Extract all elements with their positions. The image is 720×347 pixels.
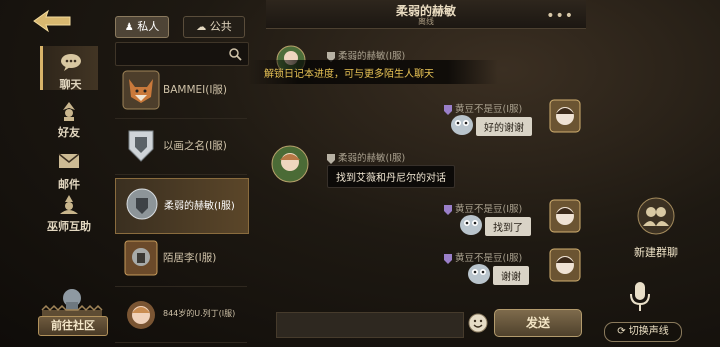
back-arrow-icon[interactable] [30, 6, 74, 36]
message-bubble-received: 找到艾薇和丹尼尔的对话 [327, 165, 455, 188]
message-bubble-sent: 找到了 [485, 217, 531, 236]
nav-wizard-help[interactable]: 巫师互助 [40, 190, 98, 234]
house-crest-avatar-icon [121, 125, 161, 167]
message-input[interactable] [276, 312, 464, 338]
contact-name: 陌居李(I服) [163, 252, 217, 264]
microphone-icon[interactable] [626, 280, 654, 314]
owl-sticker-icon [449, 112, 475, 136]
owl-sticker-icon [466, 261, 492, 285]
message-avatar-right [548, 247, 582, 283]
contact-item[interactable]: 844岁的U.列丁(I服) [115, 288, 247, 343]
chat-bubble-icon [58, 52, 84, 74]
message-avatar-left [270, 142, 310, 186]
lantern-crest-avatar-icon [121, 237, 161, 279]
chat-header: 柔弱的赫敏 离线 ••• [266, 0, 586, 29]
emoji-icon[interactable] [468, 313, 488, 333]
message-avatar-right [548, 98, 582, 134]
friends-icon [56, 100, 82, 122]
nav-mail[interactable]: 邮件 [40, 148, 98, 192]
contact-item[interactable]: BAMMEI(I服) [115, 64, 247, 119]
mail-envelope-icon [56, 152, 82, 174]
go-community-label: 前往社区 [38, 316, 108, 336]
contact-item-selected[interactable]: 柔弱的赫敏(I服) [115, 178, 249, 234]
system-notice: 解锁日记本进度，可与更多陌生人聊天 [248, 60, 498, 84]
contact-item[interactable]: 陌居李(I服) [115, 232, 247, 287]
message-bubble-sent: 好的谢谢 [476, 117, 532, 136]
nav-wizard-help-label: 巫师互助 [47, 220, 91, 233]
owl-sticker-icon [458, 212, 484, 236]
new-group-icon [637, 197, 675, 235]
search-icon[interactable] [228, 46, 242, 61]
fox-avatar-icon [121, 69, 161, 111]
contact-name: 柔弱的赫敏(I服) [164, 201, 235, 212]
house-badge-icon [326, 48, 336, 62]
house-badge-icon [443, 201, 453, 215]
nav-friends[interactable]: 好友 [40, 96, 98, 140]
new-group-chat-button[interactable]: 新建群聊 [614, 196, 698, 260]
contact-name: 以画之名(I服) [163, 140, 227, 152]
wizard-help-icon [56, 194, 82, 216]
go-community-button[interactable]: 前往社区 [38, 284, 108, 340]
girl-avatar-icon [121, 293, 161, 335]
house-badge-icon [443, 250, 453, 264]
house-badge-icon [326, 150, 336, 164]
switch-voice-label: 切换声线 [628, 326, 669, 337]
tab-public[interactable]: ☁ 公共 [183, 16, 245, 38]
contact-name: 844岁的U.列丁(I服) [163, 309, 236, 318]
new-group-chat-label: 新建群聊 [634, 246, 678, 259]
contact-search-input[interactable] [115, 42, 249, 66]
nav-friends-label: 好友 [58, 126, 80, 139]
silver-crest-avatar-icon [122, 184, 162, 226]
tab-public-label: 公共 [209, 20, 232, 33]
tab-private[interactable]: ♟ 私人 [115, 16, 169, 38]
nav-chat-label: 聊天 [59, 78, 82, 91]
message-avatar-right [548, 198, 582, 234]
more-options-icon[interactable]: ••• [546, 8, 574, 24]
public-chat-icon: ☁ [196, 22, 207, 33]
message-bubble-sent: 谢谢 [493, 266, 529, 285]
switch-refresh-icon: ⟳ [617, 326, 626, 337]
tab-private-label: 私人 [137, 20, 160, 33]
switch-voice-button[interactable]: ⟳ 切换声线 [604, 322, 682, 342]
private-person-icon: ♟ [124, 22, 134, 33]
contact-item[interactable]: 以画之名(I服) [115, 120, 247, 175]
chat-status: 离线 [418, 17, 434, 26]
system-notice-text: 解锁日记本进度，可与更多陌生人聊天 [264, 69, 434, 80]
message-sender: 柔弱的赫敏(I服) [338, 153, 406, 164]
contact-name: BAMMEI(I服) [163, 84, 228, 96]
nav-chat[interactable]: 聊天 [40, 46, 98, 91]
send-button[interactable]: 发送 [494, 309, 582, 337]
